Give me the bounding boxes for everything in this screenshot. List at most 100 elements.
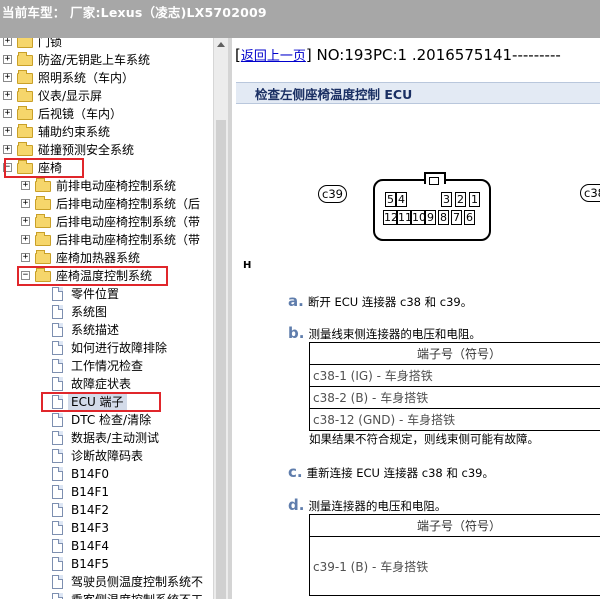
tree-item-label: 系统描述: [71, 323, 120, 337]
tree-folder-item[interactable]: + 辅助约束系统: [0, 123, 213, 141]
expand-icon[interactable]: +: [3, 38, 12, 46]
tree-doc-item[interactable]: 乘客侧温度控制系统不工: [0, 591, 213, 599]
tree-doc-item[interactable]: 驾驶员侧温度控制系统不: [0, 573, 213, 591]
folder-icon: [35, 232, 51, 246]
table-row: c38-2 (B) - 车身搭铁: [309, 386, 600, 409]
connector-pin: 7: [451, 210, 462, 225]
tree-item-label: 仪表/显示屏: [38, 89, 103, 103]
document-icon: [52, 287, 63, 301]
table-cell: c38-2 (B) - 车身搭铁: [309, 386, 600, 409]
step-letter: b.: [288, 324, 305, 342]
tree-folder-item[interactable]: + 仪表/显示屏: [0, 87, 213, 105]
tree-item-label: B14F0: [71, 467, 110, 481]
expand-icon[interactable]: +: [3, 127, 12, 136]
scrollbar-thumb[interactable]: [216, 120, 226, 599]
tree-folder-item[interactable]: + 后排电动座椅控制系统（带: [0, 231, 213, 249]
expand-icon[interactable]: +: [3, 55, 12, 64]
back-link[interactable]: 返回上一页: [241, 49, 306, 64]
tree-doc-item[interactable]: B14F2: [0, 501, 213, 519]
connector-pin: 12: [383, 210, 398, 225]
tree-folder-item[interactable]: + 照明系统（车内）: [0, 69, 213, 87]
document-icon: [52, 341, 63, 355]
expand-icon[interactable]: +: [21, 217, 30, 226]
tree-doc-item[interactable]: 系统描述: [0, 321, 213, 339]
tree-folder-item[interactable]: + 碰撞预测安全系统: [0, 141, 213, 159]
folder-icon: [35, 214, 51, 228]
expand-icon[interactable]: +: [3, 91, 12, 100]
step-letter: d.: [288, 496, 305, 514]
tree-item-label: B14F2: [71, 503, 110, 517]
document-icon: [52, 485, 63, 499]
tree-item-label: 座椅加热器系统: [56, 251, 141, 265]
tree-folder-item[interactable]: + 后视镜（车内）: [0, 105, 213, 123]
tree-doc-item[interactable]: 故障症状表: [0, 375, 213, 393]
tree-scrollbar[interactable]: [213, 38, 228, 599]
folder-icon: [17, 70, 33, 84]
table-row: c38-12 (GND) - 车身搭铁: [309, 408, 600, 431]
section-header: 检查左侧座椅温度控制 ECU: [236, 82, 600, 104]
expand-icon[interactable]: +: [21, 181, 30, 190]
expand-icon[interactable]: +: [21, 253, 30, 262]
title-bar: 当前车型： 厂家:Lexus（凌志)LX5702009: [0, 0, 600, 38]
tree-item-label: 系统图: [71, 305, 108, 319]
tree-doc-item[interactable]: 数据表/主动测试: [0, 429, 213, 447]
tree-item-label: 零件位置: [71, 287, 120, 301]
tree-item-label: 后视镜（车内）: [38, 107, 123, 121]
expand-icon[interactable]: +: [3, 109, 12, 118]
folder-icon: [17, 124, 33, 138]
folder-icon: [17, 106, 33, 120]
step-b: b. 测量线束侧连接器的电压和电阻。: [288, 324, 481, 342]
table-row: c39-1 (B) - 车身搭铁: [309, 536, 600, 596]
callout-c39: c39: [318, 185, 347, 203]
table-header: 端子号（符号）: [309, 514, 600, 537]
tree-doc-item[interactable]: B14F1: [0, 483, 213, 501]
table-cell: c38-1 (IG) - 车身搭铁: [309, 364, 600, 387]
tree-item-label: B14F4: [71, 539, 110, 553]
tree-doc-item[interactable]: 工作情况检查: [0, 357, 213, 375]
tree-item-label: B14F3: [71, 521, 110, 535]
tree-folder-item[interactable]: + 前排电动座椅控制系统: [0, 177, 213, 195]
navigation-tree[interactable]: + 门锁 + 防盗/无钥匙上车系统 + 照明系统（车内） + 仪表/显示屏 + 后视镜（车内） + 辅…: [0, 38, 213, 599]
document-icon: [52, 413, 63, 427]
tree-folder-item[interactable]: + 门锁: [0, 38, 213, 51]
step-text: 断开 ECU 连接器 c38 和 c39。: [307, 295, 473, 309]
tree-folder-item[interactable]: + 防盗/无钥匙上车系统: [0, 51, 213, 69]
connector-pin: 4: [396, 192, 407, 207]
step-letter: c.: [288, 463, 303, 481]
tree-doc-item[interactable]: 零件位置: [0, 285, 213, 303]
tree-doc-item[interactable]: B14F4: [0, 537, 213, 555]
table-row: c38-1 (IG) - 车身搭铁: [309, 364, 600, 387]
tree-folder-item[interactable]: + 后排电动座椅控制系统（后: [0, 195, 213, 213]
expand-icon[interactable]: +: [21, 235, 30, 244]
table-header-row: 端子号（符号）: [309, 342, 600, 365]
tree-folder-item[interactable]: + 座椅加热器系统: [0, 249, 213, 267]
step-text: 测量连接器的电压和电阻。: [308, 499, 447, 513]
highlight-box: [4, 158, 84, 178]
expand-icon[interactable]: +: [3, 73, 12, 82]
expand-icon[interactable]: +: [21, 199, 30, 208]
document-icon: [52, 431, 63, 445]
content-pane: [返回上一页] NO:193PC:1 .2016575141--------- …: [232, 38, 600, 599]
connector-body: 54 321 12 11 10 9 8 7 6: [373, 172, 491, 241]
document-icon: [52, 575, 63, 589]
scroll-up-arrow-icon[interactable]: [217, 42, 225, 47]
tree-doc-item[interactable]: 诊断故障码表: [0, 447, 213, 465]
document-icon: [52, 377, 63, 391]
callout-c38: c38: [580, 184, 600, 202]
expand-icon[interactable]: +: [3, 145, 12, 154]
tree-folder-item[interactable]: + 后排电动座椅控制系统（带: [0, 213, 213, 231]
measurement-table-1: 端子号（符号） c38-1 (IG) - 车身搭铁 c38-2 (B) - 车身…: [309, 342, 600, 431]
highlight-box: [17, 266, 168, 286]
connector-pin: 5: [385, 192, 396, 207]
tree-doc-item[interactable]: DTC 检查/清除: [0, 411, 213, 429]
connector-pin: 8: [438, 210, 449, 225]
tree-doc-item[interactable]: B14F5: [0, 555, 213, 573]
tree-doc-item[interactable]: 系统图: [0, 303, 213, 321]
tree-item-label: 碰撞预测安全系统: [38, 143, 135, 157]
tree-doc-item[interactable]: B14F3: [0, 519, 213, 537]
result-note: 如果结果不符合规定，则线束侧可能有故障。: [309, 432, 539, 446]
tree-doc-item[interactable]: 如何进行故障排除: [0, 339, 213, 357]
folder-icon: [35, 178, 51, 192]
folder-icon: [17, 52, 33, 66]
tree-doc-item[interactable]: B14F0: [0, 465, 213, 483]
